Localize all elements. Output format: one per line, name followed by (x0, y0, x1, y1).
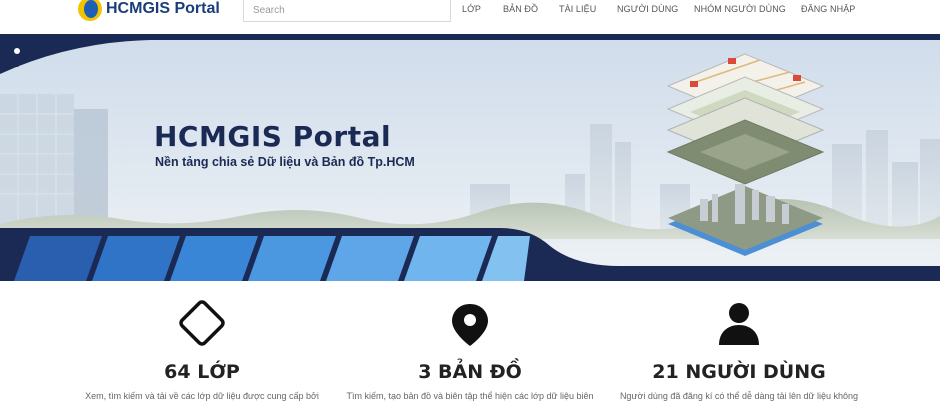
nav-link-user-groups[interactable]: NHÓM NGƯỜI DÙNG (694, 4, 786, 14)
banner-title: HCMGIS Portal (154, 120, 392, 153)
nav-link-login[interactable]: ĐĂNG NHẬP (801, 4, 855, 14)
stat-maps-count: 3 BẢN ĐỒ (418, 361, 522, 383)
map-pin-icon (452, 304, 488, 346)
user-icon (719, 303, 759, 345)
stats-section: 64 LỚP Xem, tìm kiếm và tải về các lớp d… (0, 281, 940, 401)
stat-users-count: 21 NGƯỜI DÙNG (652, 361, 826, 383)
nav-link-users[interactable]: NGƯỜI DÙNG (617, 4, 678, 14)
gis-layer-stack-illustration (666, 53, 825, 256)
nav-link-maps[interactable]: BẢN ĐỒ (503, 4, 538, 14)
hcmgis-flower-icon (2, 35, 32, 67)
left-building (0, 94, 108, 229)
stat-layers-count: 64 LỚP (164, 361, 240, 383)
nav-link-documents[interactable]: TÀI LIỆU (559, 4, 596, 14)
banner-artwork (0, 34, 940, 281)
main-nav: LỚP BẢN ĐỒ TÀI LIỆU NGƯỜI DÙNG NHÓM NGƯỜ… (0, 4, 940, 18)
hero-banner: HCMGIS Portal Nền tảng chia sẻ Dữ liệu v… (0, 34, 940, 281)
nav-link-layers[interactable]: LỚP (462, 4, 481, 14)
diamond-icon (179, 300, 225, 346)
top-navbar: HCMGIS Portal LỚP BẢN ĐỒ TÀI LIỆU NGƯỜI … (0, 0, 940, 34)
banner-subtitle: Nền tảng chia sẻ Dữ liệu và Bản đồ Tp.HC… (155, 155, 415, 169)
